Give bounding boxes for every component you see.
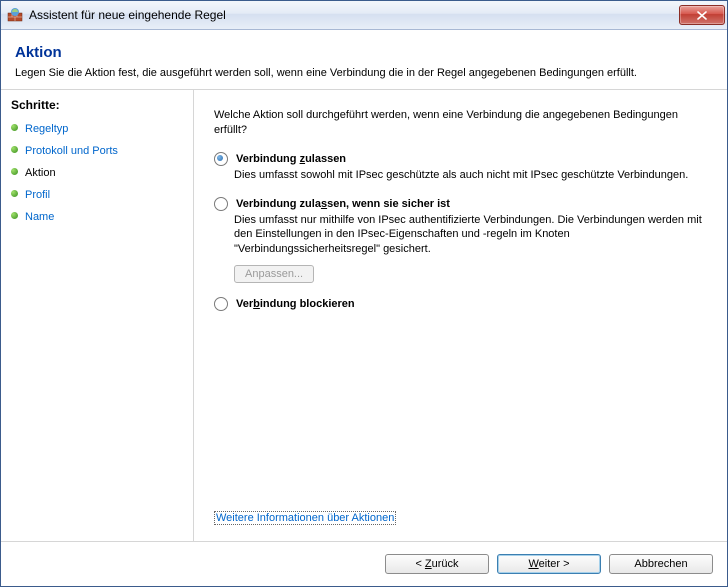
step-item[interactable]: Name: [1, 206, 193, 228]
step-bullet-icon: [11, 212, 18, 219]
close-button[interactable]: [679, 5, 725, 25]
more-info-link[interactable]: Weitere Informationen über Aktionen: [214, 511, 396, 525]
window-title: Assistent für neue eingehende Regel: [29, 8, 673, 22]
steps-sidebar: Schritte: Regeltyp Protokoll und Ports Akt…: [1, 90, 194, 541]
firewall-icon: [7, 7, 23, 23]
action-option: Verbindung blockieren: [214, 297, 707, 311]
page-subtitle: Legen Sie die Aktion fest, die ausgeführ…: [15, 67, 713, 79]
cancel-button[interactable]: Abbrechen: [609, 554, 713, 574]
step-label: Profil: [25, 189, 50, 201]
radio-icon[interactable]: [214, 297, 228, 311]
option-row[interactable]: Verbindung zulassen: [214, 152, 707, 166]
step-item[interactable]: Protokoll und Ports: [1, 140, 193, 162]
step-item[interactable]: Profil: [1, 184, 193, 206]
customize-button: Anpassen...: [234, 265, 314, 283]
radio-icon[interactable]: [214, 197, 228, 211]
option-label: Verbindung zulassen, wenn sie sicher ist: [236, 198, 450, 210]
radio-icon[interactable]: [214, 152, 228, 166]
step-bullet-icon: [11, 146, 18, 153]
step-label: Protokoll und Ports: [25, 145, 118, 157]
action-option: Verbindung zulassen Dies umfasst sowohl m…: [214, 152, 707, 183]
action-option: Verbindung zulassen, wenn sie sicher ist…: [214, 197, 707, 284]
close-icon: [697, 11, 707, 20]
wizard-footer: < Zurück Weiter > Abbrechen: [1, 541, 727, 586]
steps-list: Regeltyp Protokoll und Ports Aktion Profil N…: [1, 118, 193, 228]
titlebar: Assistent für neue eingehende Regel: [1, 1, 727, 30]
option-label: Verbindung blockieren: [236, 298, 355, 310]
step-label: Name: [25, 211, 54, 223]
page-title: Aktion: [15, 44, 713, 61]
option-row[interactable]: Verbindung blockieren: [214, 297, 707, 311]
wizard-body: Schritte: Regeltyp Protokoll und Ports Akt…: [1, 90, 727, 541]
step-item: Aktion: [1, 162, 193, 184]
option-row[interactable]: Verbindung zulassen, wenn sie sicher ist: [214, 197, 707, 211]
step-bullet-icon: [11, 168, 18, 175]
option-description: Dies umfasst nur mithilfe von IPsec auth…: [234, 213, 707, 258]
next-button[interactable]: Weiter >: [497, 554, 601, 574]
wizard-header: Aktion Legen Sie die Aktion fest, die au…: [1, 30, 727, 90]
step-bullet-icon: [11, 124, 18, 131]
step-label: Regeltyp: [25, 123, 68, 135]
wizard-window: Assistent für neue eingehende Regel Akti…: [0, 0, 728, 587]
option-label: Verbindung zulassen: [236, 153, 346, 165]
option-description: Dies umfasst sowohl mit IPsec geschützte…: [234, 168, 707, 183]
step-item[interactable]: Regeltyp: [1, 118, 193, 140]
step-bullet-icon: [11, 190, 18, 197]
action-options: Verbindung zulassen Dies umfasst sowohl m…: [214, 152, 707, 325]
steps-heading: Schritte:: [1, 96, 193, 118]
back-button[interactable]: < Zurück: [385, 554, 489, 574]
content-pane: Welche Aktion soll durchgeführt werden, …: [194, 90, 727, 541]
step-label: Aktion: [25, 167, 56, 179]
prompt-text: Welche Aktion soll durchgeführt werden, …: [214, 108, 707, 138]
